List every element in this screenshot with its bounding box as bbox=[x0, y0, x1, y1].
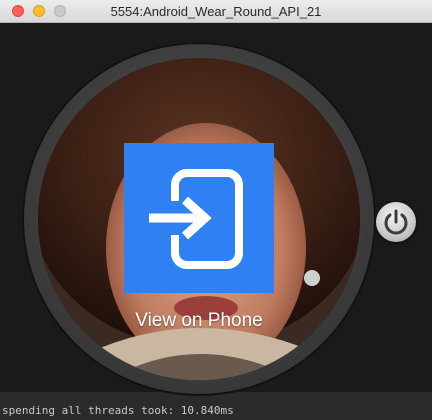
console-line: spending all threads took: 10.840ms bbox=[2, 404, 234, 417]
power-icon bbox=[384, 209, 408, 235]
view-on-phone-label: View on Phone bbox=[135, 310, 263, 331]
title-bar[interactable]: 5554:Android_Wear_Round_API_21 bbox=[0, 0, 432, 23]
window-title: 5554:Android_Wear_Round_API_21 bbox=[110, 4, 322, 19]
open-on-phone-icon bbox=[149, 169, 243, 269]
power-button[interactable] bbox=[376, 202, 416, 242]
open-on-phone-tile[interactable] bbox=[124, 143, 274, 293]
